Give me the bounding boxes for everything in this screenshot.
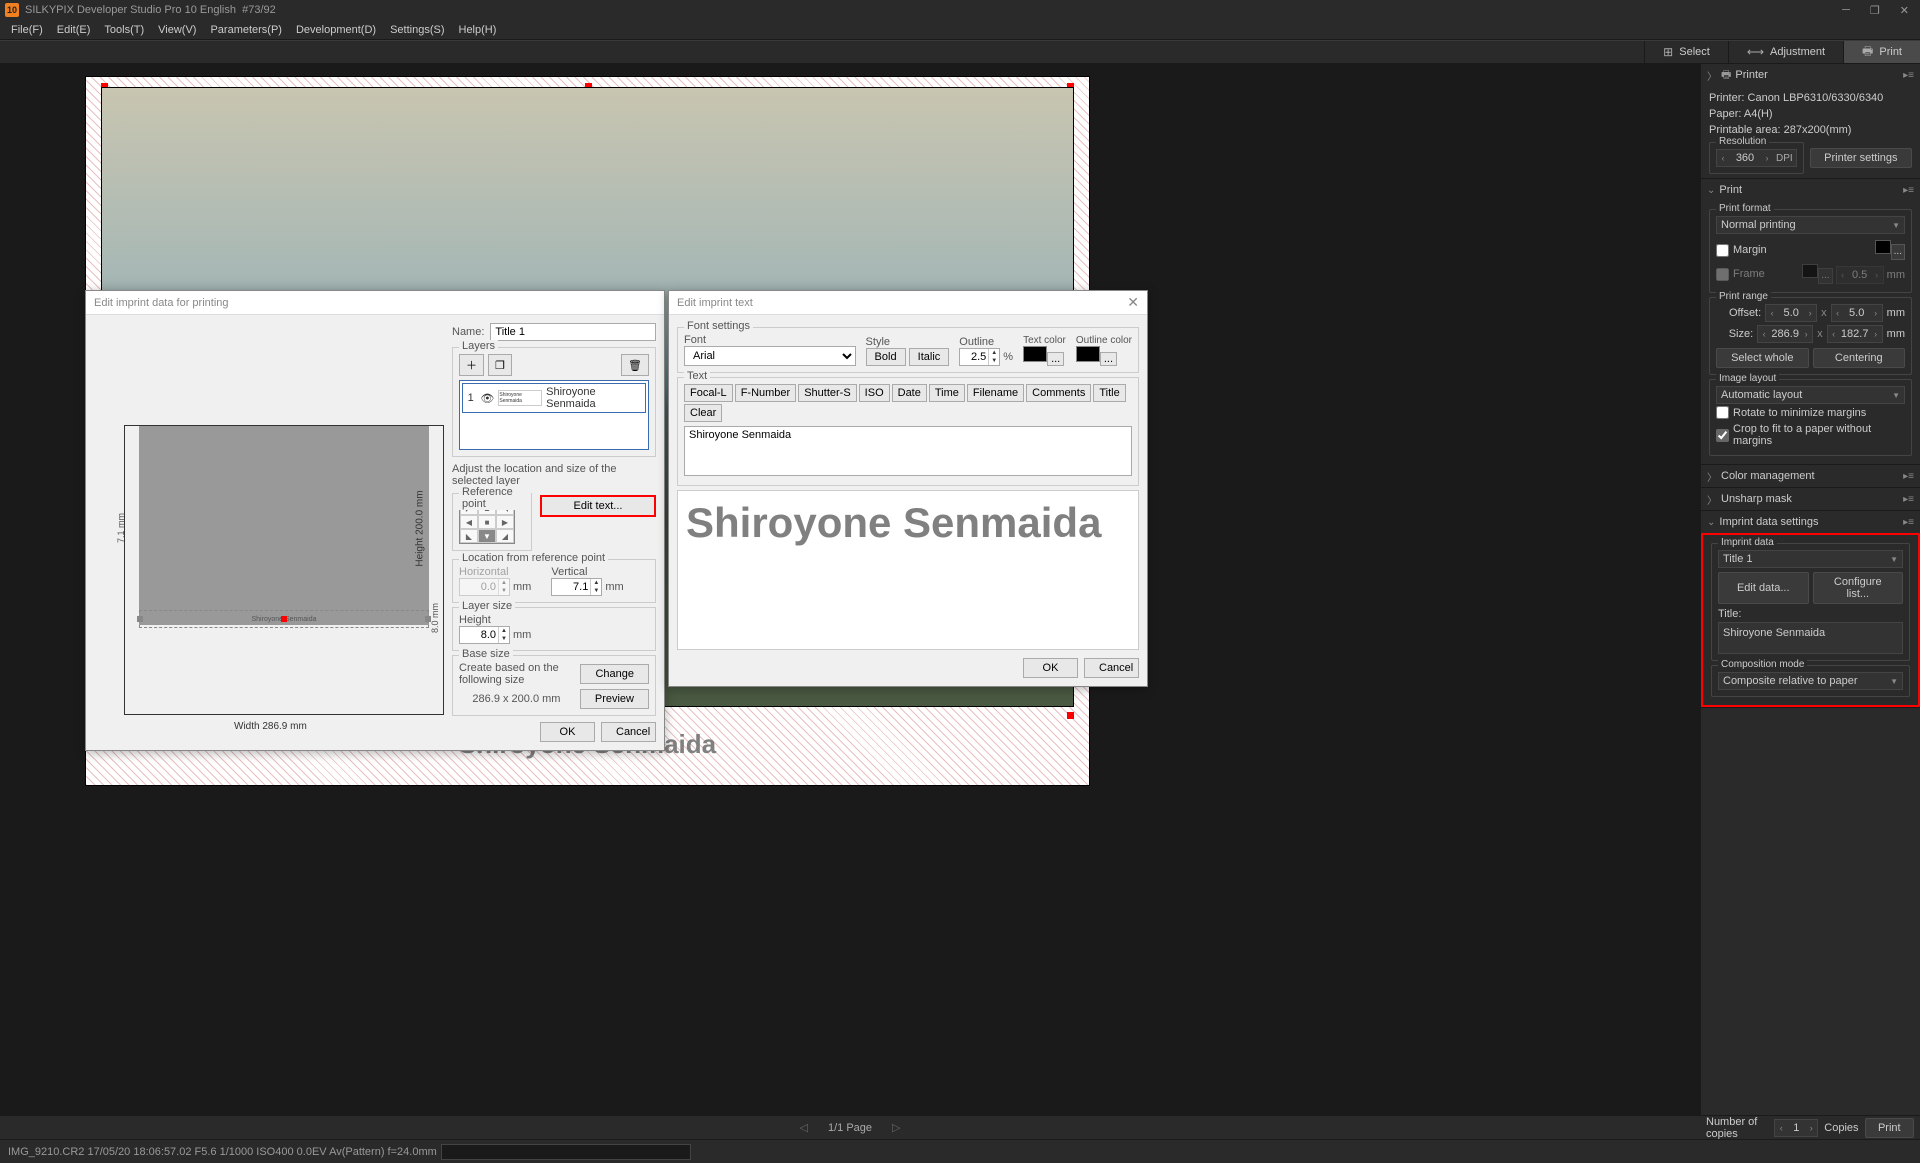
edit-imprint-data-dialog: Edit imprint data for printing Shiroyone…	[85, 290, 665, 751]
copies-input[interactable]: ‹1›	[1774, 1119, 1818, 1137]
printer-settings-button[interactable]: Printer settings	[1810, 148, 1912, 168]
margin-color-button[interactable]: ...	[1891, 244, 1905, 260]
section-color-mgmt[interactable]: 〉Color management▸≡	[1701, 465, 1920, 487]
imprint-name-input[interactable]	[490, 323, 656, 341]
print-format-dropdown[interactable]: Normal printing▼	[1716, 216, 1905, 234]
right-panel: 〉🖶 Printer▸≡ Printer: Canon LBP6310/6330…	[1700, 64, 1920, 1139]
dialog2-ok-button[interactable]: OK	[1023, 658, 1078, 678]
select-icon: ⊞	[1663, 45, 1673, 59]
mode-select[interactable]: ⊞Select	[1644, 41, 1728, 63]
section-print-header[interactable]: ⌄Print▸≡	[1701, 179, 1920, 201]
printer-paper: Paper: A4(H)	[1709, 106, 1912, 122]
token-comments[interactable]: Comments	[1026, 384, 1091, 402]
token-time[interactable]: Time	[929, 384, 965, 402]
change-size-button[interactable]: Change	[580, 664, 649, 684]
maximize-button[interactable]: ❐	[1864, 4, 1886, 17]
page-indicator: 1/1 Page	[828, 1122, 872, 1134]
add-layer-button[interactable]: ＋	[459, 354, 484, 376]
token-iso[interactable]: ISO	[859, 384, 890, 402]
frame-checkbox	[1716, 268, 1729, 281]
token-focal[interactable]: Focal-L	[684, 384, 733, 402]
dialog2-cancel-button[interactable]: Cancel	[1084, 658, 1139, 678]
resolution-input[interactable]: ‹360›DPI	[1716, 149, 1797, 167]
adjustment-icon: ⟷	[1747, 45, 1764, 59]
centering-button[interactable]: Centering	[1813, 348, 1906, 368]
status-text: IMG_9210.CR2 17/05/20 18:06:57.02 F5.6 1…	[8, 1146, 437, 1158]
dialog1-cancel-button[interactable]: Cancel	[601, 722, 656, 742]
menu-settings[interactable]: Settings(S)	[384, 22, 450, 38]
menu-parameters[interactable]: Parameters(P)	[204, 22, 288, 38]
size-w-input[interactable]: ‹286.9›	[1757, 325, 1813, 343]
imprint-data-dropdown[interactable]: Title 1▼	[1718, 550, 1903, 568]
layer-height-input[interactable]	[460, 627, 498, 643]
text-color-button[interactable]: ...	[1047, 352, 1064, 366]
size-h-input[interactable]: ‹182.7›	[1827, 325, 1883, 343]
menu-edit[interactable]: Edit(E)	[51, 22, 97, 38]
token-filename[interactable]: Filename	[967, 384, 1024, 402]
menu-help[interactable]: Help(H)	[453, 22, 503, 38]
offset-y-input[interactable]: ‹5.0›	[1831, 304, 1883, 322]
pager-bar: ◁ 1/1 Page ▷	[0, 1115, 1700, 1139]
minimize-button[interactable]: ─	[1836, 4, 1856, 17]
edit-data-button[interactable]: Edit data...	[1718, 572, 1809, 604]
vertical-input[interactable]	[552, 579, 590, 595]
layer-row[interactable]: 1 👁 Shiroyone Senmaida Shiroyone Senmaid…	[462, 383, 646, 413]
edit-text-button[interactable]: Edit text...	[540, 495, 656, 517]
section-imprint-header[interactable]: ⌄Imprint data settings▸≡	[1701, 511, 1920, 533]
section-unsharp[interactable]: 〉Unsharp mask▸≡	[1701, 488, 1920, 510]
duplicate-layer-button[interactable]: ❐	[488, 354, 512, 376]
token-title[interactable]: Title	[1093, 384, 1125, 402]
menubar: File(F) Edit(E) Tools(T) View(V) Paramet…	[0, 20, 1920, 40]
token-shutter[interactable]: Shutter-S	[798, 384, 856, 402]
token-clear[interactable]: Clear	[684, 404, 722, 422]
print-button[interactable]: Print	[1865, 1118, 1914, 1138]
mode-toolbar: ⊞Select ⟷Adjustment 🖶Print	[0, 40, 1920, 64]
printer-icon: 🖶	[1721, 66, 1731, 85]
italic-button[interactable]: Italic	[909, 348, 950, 366]
composition-dropdown[interactable]: Composite relative to paper▼	[1718, 672, 1903, 690]
section-printer-header[interactable]: 〉🖶 Printer▸≡	[1701, 64, 1920, 86]
offset-x-input[interactable]: ‹5.0›	[1765, 304, 1817, 322]
select-whole-button[interactable]: Select whole	[1716, 348, 1809, 368]
close-button[interactable]: ✕	[1894, 4, 1915, 17]
delete-layer-button[interactable]: 🗑	[621, 354, 649, 376]
layout-dropdown[interactable]: Automatic layout▼	[1716, 386, 1905, 404]
outline-color-button[interactable]: ...	[1100, 352, 1117, 366]
menu-development[interactable]: Development(D)	[290, 22, 382, 38]
text-preview: Shiroyone Senmaida	[686, 499, 1101, 547]
dialog2-close-button[interactable]: ✕	[1127, 294, 1139, 311]
crop-checkbox[interactable]	[1716, 429, 1729, 442]
margin-checkbox[interactable]	[1716, 244, 1729, 257]
statusbar: IMG_9210.CR2 17/05/20 18:06:57.02 F5.6 1…	[0, 1139, 1920, 1163]
next-page-icon[interactable]: ▷	[892, 1121, 900, 1134]
token-date[interactable]: Date	[892, 384, 927, 402]
horizontal-input	[460, 579, 498, 595]
app-title: SILKYPIX Developer Studio Pro 10 English…	[25, 4, 276, 16]
mode-print[interactable]: 🖶Print	[1843, 41, 1920, 63]
mode-adjustment[interactable]: ⟷Adjustment	[1728, 41, 1843, 63]
menu-view[interactable]: View(V)	[152, 22, 202, 38]
dialog2-titlebar[interactable]: Edit imprint text✕	[669, 291, 1147, 315]
menu-file[interactable]: File(F)	[5, 22, 49, 38]
dialog1-titlebar[interactable]: Edit imprint data for printing	[86, 291, 664, 315]
preview-size-button[interactable]: Preview	[580, 689, 649, 709]
imprint-text-area[interactable]: Shiroyone Senmaida	[684, 426, 1132, 476]
edit-imprint-text-dialog: Edit imprint text✕ Font settings Font Ar…	[668, 290, 1148, 687]
token-fnumber[interactable]: F-Number	[735, 384, 797, 402]
prev-page-icon[interactable]: ◁	[800, 1121, 808, 1134]
print-icon: 🖶	[1862, 42, 1873, 63]
font-select[interactable]: Arial	[684, 346, 856, 366]
title-textbox[interactable]: Shiroyone Senmaida	[1718, 622, 1903, 654]
histogram	[441, 1144, 691, 1160]
titlebar: 10 SILKYPIX Developer Studio Pro 10 Engl…	[0, 0, 1920, 20]
dialog1-ok-button[interactable]: OK	[540, 722, 595, 742]
copies-bar: Number of copies ‹1› Copies Print	[1700, 1115, 1920, 1139]
menu-tools[interactable]: Tools(T)	[98, 22, 150, 38]
rotate-checkbox[interactable]	[1716, 406, 1729, 419]
bold-button[interactable]: Bold	[866, 348, 906, 366]
outline-input[interactable]	[960, 349, 988, 365]
printer-device: Printer: Canon LBP6310/6330/6340	[1709, 90, 1912, 106]
configure-list-button[interactable]: Configure list...	[1813, 572, 1904, 604]
app-logo: 10	[5, 3, 19, 17]
